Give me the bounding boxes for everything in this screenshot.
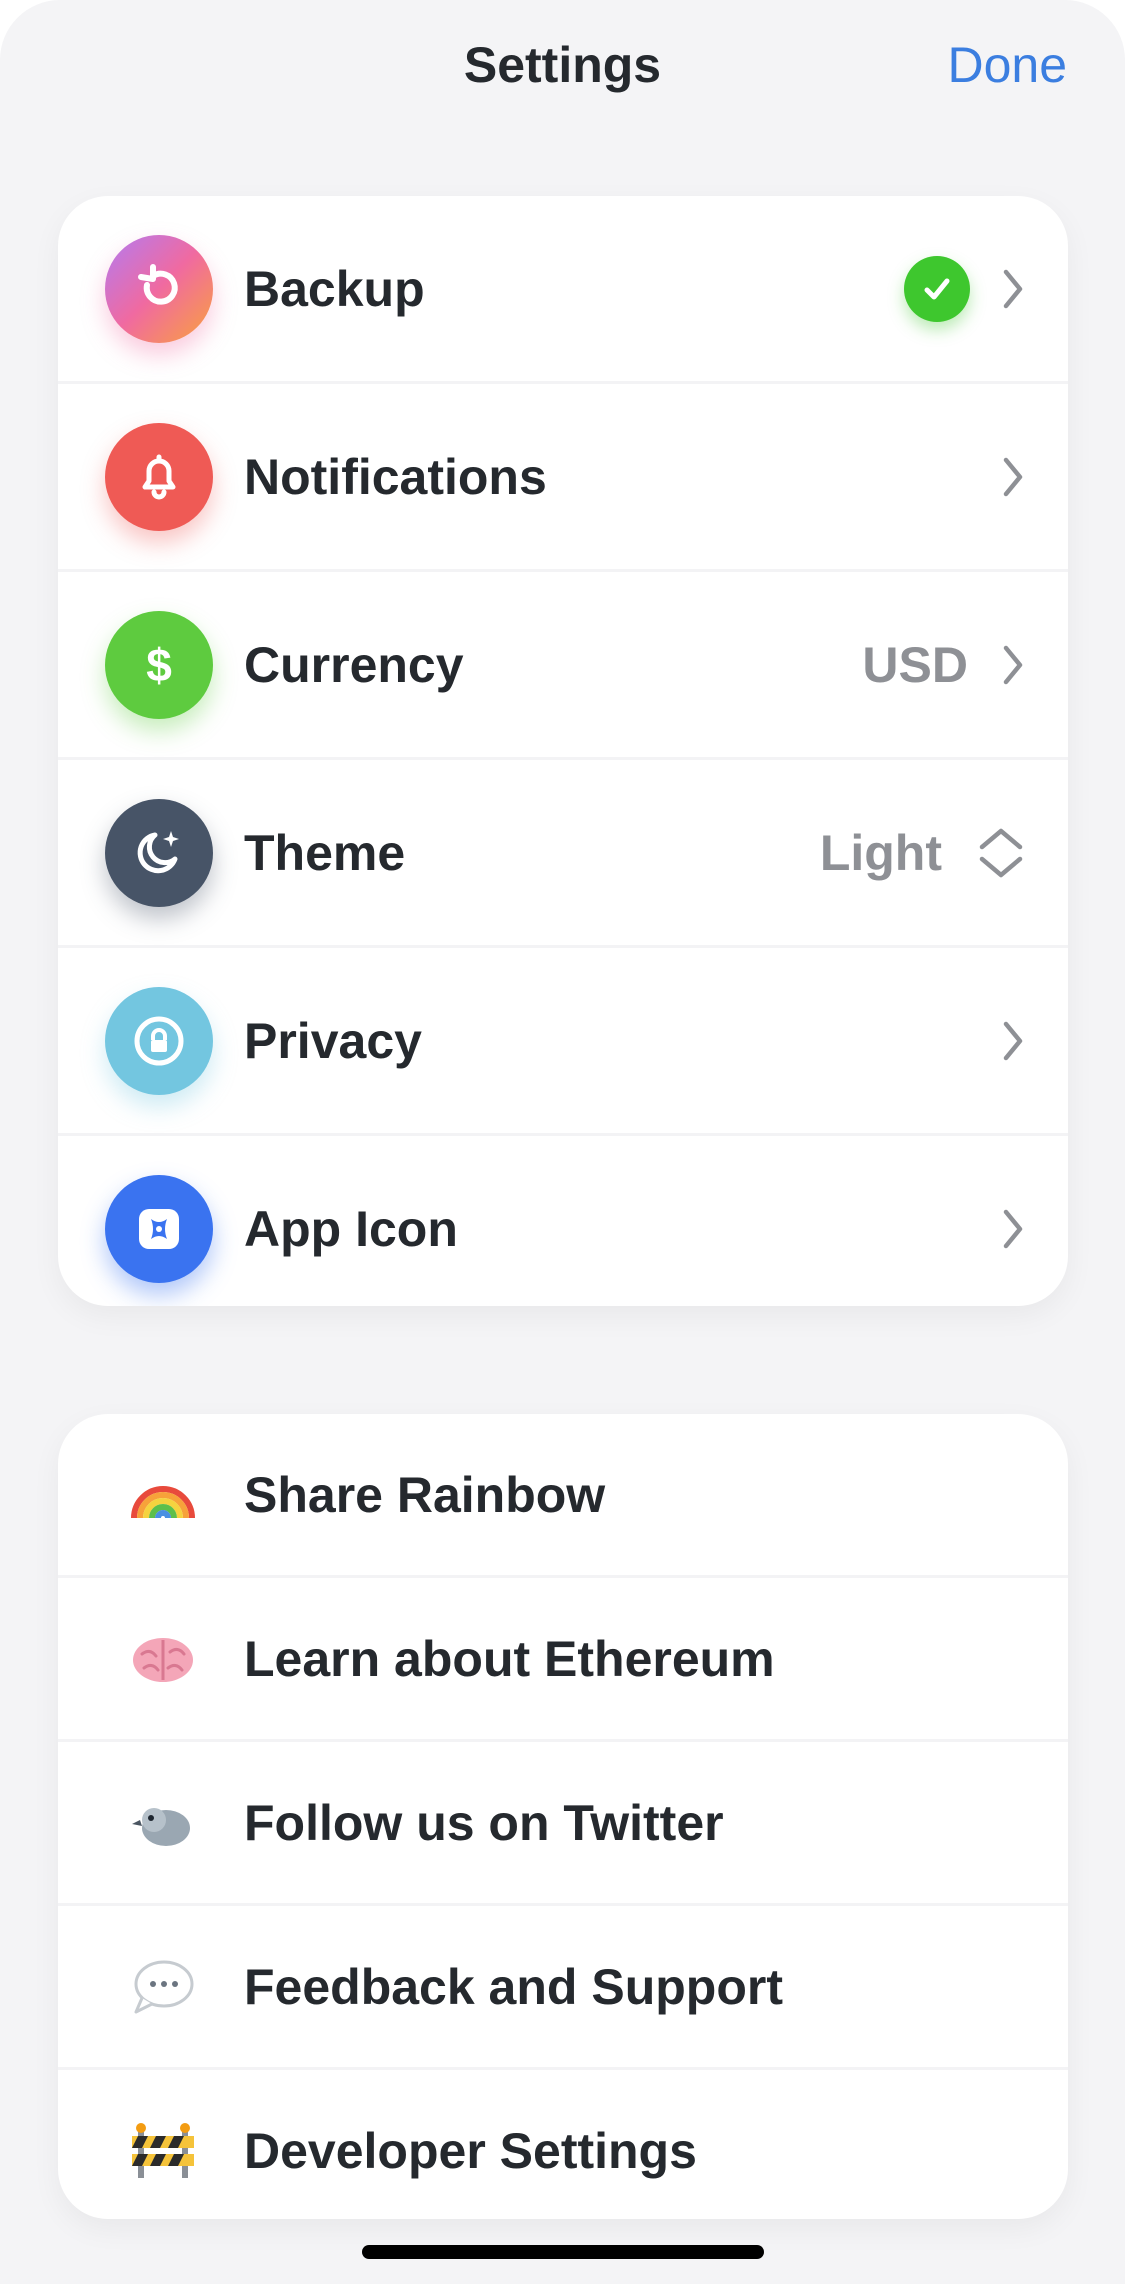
theme-row[interactable]: Theme Light <box>58 757 1068 945</box>
app-icon-label: App Icon <box>244 1200 458 1257</box>
app-icon-icon <box>105 1174 213 1283</box>
share-rainbow-row[interactable]: Share Rainbow <box>58 1414 1068 1575</box>
backup-label: Backup <box>244 260 425 317</box>
construction-barrier-icon <box>132 2122 194 2178</box>
check-icon <box>904 255 970 322</box>
backup-row[interactable]: Backup <box>58 196 1068 381</box>
up-down-icon <box>979 828 1023 877</box>
learn-ethereum-label: Learn about Ethereum <box>244 1630 775 1687</box>
dollar-icon: $ <box>105 610 213 719</box>
chevron-right-icon <box>1003 457 1023 496</box>
settings-main-section: Backup Notifications $ Currency USD Them… <box>58 196 1068 1306</box>
chevron-right-icon <box>1003 645 1023 684</box>
currency-row[interactable]: $ Currency USD <box>58 569 1068 757</box>
privacy-row[interactable]: Privacy <box>58 945 1068 1133</box>
settings-links-section: Share Rainbow Learn about Ethereum Follo… <box>58 1414 1068 2219</box>
done-button[interactable]: Done <box>947 36 1067 94</box>
moon-icon <box>105 798 213 907</box>
notifications-row[interactable]: Notifications <box>58 381 1068 569</box>
notifications-label: Notifications <box>244 448 547 505</box>
developer-settings-label: Developer Settings <box>244 2122 697 2179</box>
chevron-right-icon <box>1003 1021 1023 1060</box>
bell-icon <box>105 422 213 531</box>
feedback-support-label: Feedback and Support <box>244 1958 783 2015</box>
chevron-right-icon <box>1003 269 1023 308</box>
follow-twitter-label: Follow us on Twitter <box>244 1794 724 1851</box>
svg-text:$: $ <box>146 639 172 691</box>
theme-value: Light <box>819 824 942 881</box>
header: Settings Done <box>0 0 1125 140</box>
settings-sheet: Settings Done Backup Notifications $ Cur… <box>0 0 1125 2284</box>
home-indicator <box>362 2245 764 2259</box>
feedback-support-row[interactable]: Feedback and Support <box>58 1903 1068 2067</box>
app-icon-row[interactable]: App Icon <box>58 1133 1068 1306</box>
learn-ethereum-row[interactable]: Learn about Ethereum <box>58 1575 1068 1739</box>
speech-bubble-icon <box>134 1960 194 2013</box>
privacy-label: Privacy <box>244 1012 422 1069</box>
chevron-right-icon <box>1003 1209 1023 1248</box>
currency-label: Currency <box>244 636 464 693</box>
follow-twitter-row[interactable]: Follow us on Twitter <box>58 1739 1068 1903</box>
developer-settings-row[interactable]: Developer Settings <box>58 2067 1068 2219</box>
backup-icon <box>105 234 213 343</box>
lock-icon <box>105 986 213 1095</box>
theme-label: Theme <box>244 824 406 881</box>
currency-value: USD <box>862 636 968 693</box>
share-rainbow-label: Share Rainbow <box>244 1466 606 1523</box>
rainbow-icon <box>131 1485 195 1519</box>
bird-icon <box>132 1807 190 1846</box>
brain-icon <box>133 1637 193 1682</box>
